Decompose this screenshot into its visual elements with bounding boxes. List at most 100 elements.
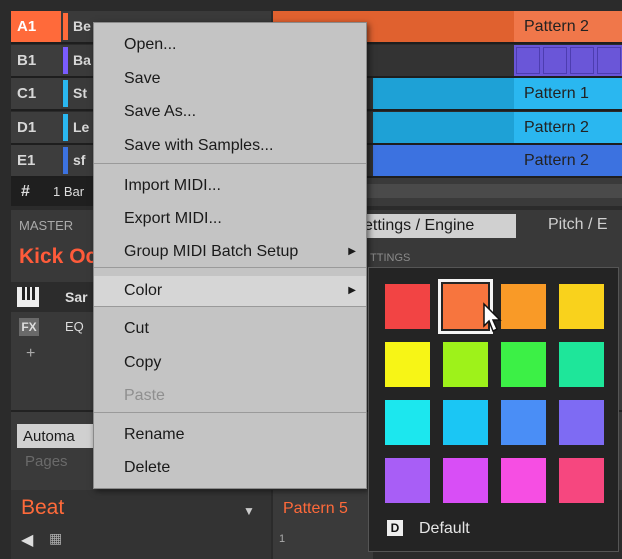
pattern-step — [543, 46, 567, 74]
group-color-stripe — [63, 80, 68, 107]
group-id: B1 — [11, 44, 61, 76]
group-color-stripe — [63, 113, 68, 141]
menu-item-label: Cut — [124, 320, 149, 337]
pattern-5-label: Pattern 5 — [283, 500, 348, 517]
group-id: D1 — [11, 111, 61, 143]
plugin-slot-1-label: Sar — [65, 289, 88, 305]
master-tab[interactable]: MASTER — [11, 210, 91, 240]
menu-item-group-midi-batch-setup[interactable]: Group MIDI Batch Setup ▶ — [94, 237, 366, 267]
color-swatch[interactable] — [501, 284, 546, 329]
tab-pitch[interactable]: Pitch / E — [548, 216, 608, 234]
group-id: C1 — [11, 78, 61, 109]
menu-item-label: Paste — [124, 387, 165, 404]
menu-item-label: Rename — [124, 426, 185, 443]
menu-separator — [94, 306, 366, 307]
group-color-stripe — [63, 147, 68, 174]
group-context-menu: Open... Save Save As... Save with Samples..… — [93, 22, 367, 489]
menu-item-save-with-samples[interactable]: Save with Samples... — [94, 131, 366, 161]
pattern-clip-label[interactable]: Pattern 2 — [514, 111, 622, 143]
menu-item-label: Group MIDI Batch Setup — [124, 243, 299, 260]
pattern-slot[interactable]: Pattern 5 1 — [273, 490, 373, 559]
menu-item-save-as[interactable]: Save As... — [94, 97, 366, 127]
color-swatch[interactable] — [385, 284, 430, 329]
menu-item-label: Save with Samples... — [124, 137, 274, 154]
plugin-slot-1[interactable]: Sar — [11, 282, 93, 312]
pattern-group-area: Beat ▼ ◀ ▦ — [11, 490, 271, 559]
color-swatch[interactable] — [443, 400, 488, 445]
pattern-step — [597, 46, 621, 74]
group-name: St — [73, 85, 87, 101]
menu-item-label: Open... — [124, 36, 177, 53]
sound-name[interactable]: Kick Oc — [19, 245, 97, 269]
chevron-down-icon[interactable]: ▼ — [243, 504, 255, 518]
color-swatch[interactable] — [443, 458, 488, 503]
top-strip — [0, 0, 622, 11]
pages-label: Pages — [25, 453, 68, 470]
menu-item-paste: Paste — [94, 381, 366, 411]
group-name: Be — [73, 18, 91, 34]
arranger-clip[interactable] — [373, 145, 514, 176]
speaker-icon[interactable]: ◀ — [21, 530, 33, 550]
color-swatch[interactable] — [559, 284, 604, 329]
group-color-stripe — [63, 13, 68, 40]
pattern-clip-label[interactable]: Pattern 2 — [514, 145, 622, 176]
color-swatch[interactable] — [501, 342, 546, 387]
color-swatch[interactable] — [501, 400, 546, 445]
arranger-clip[interactable] — [373, 111, 514, 143]
menu-item-export-midi[interactable]: Export MIDI... — [94, 204, 366, 234]
tab-settings-engine[interactable]: ettings / Engine — [360, 214, 516, 238]
pattern-clip-label[interactable] — [514, 44, 622, 76]
automation-label: Automa — [23, 428, 75, 445]
add-plugin-button[interactable]: + — [26, 345, 35, 363]
menu-item-label: Copy — [124, 354, 162, 371]
color-swatch[interactable] — [385, 400, 430, 445]
pattern-row-number: 1 — [279, 533, 286, 545]
color-swatch[interactable] — [559, 400, 604, 445]
color-swatch[interactable] — [559, 342, 604, 387]
pattern-step — [570, 46, 594, 74]
color-swatch[interactable] — [501, 458, 546, 503]
settings-heading: TTINGS — [370, 252, 411, 264]
master-label: MASTER — [19, 218, 74, 233]
pattern-clip-label[interactable]: Pattern 1 — [514, 78, 622, 109]
menu-item-open[interactable]: Open... — [94, 30, 366, 60]
color-swatch[interactable] — [385, 458, 430, 503]
menu-item-import-midi[interactable]: Import MIDI... — [94, 171, 366, 201]
pattern-clip-label[interactable]: Pattern 2 — [514, 11, 622, 42]
group-color-stripe — [63, 46, 68, 74]
menu-item-cut[interactable]: Cut — [94, 314, 366, 344]
color-swatch[interactable] — [559, 458, 604, 503]
default-key-icon: D — [387, 520, 403, 536]
menu-item-label: Export MIDI... — [124, 210, 222, 227]
arranger-clip[interactable] — [373, 78, 514, 109]
group-id: E1 — [11, 145, 61, 176]
keys-icon — [17, 287, 39, 307]
menu-item-delete[interactable]: Delete — [94, 453, 366, 483]
menu-item-copy[interactable]: Copy — [94, 348, 366, 378]
grid-icon[interactable]: ▦ — [49, 530, 62, 547]
menu-item-label: Save As... — [124, 103, 197, 120]
color-swatch[interactable] — [385, 342, 430, 387]
menu-item-label: Color — [124, 282, 163, 299]
mouse-cursor-icon — [483, 302, 502, 333]
menu-item-save[interactable]: Save — [94, 64, 366, 94]
submenu-arrow-icon: ▶ — [348, 246, 356, 257]
group-name: sf — [73, 152, 86, 168]
plugin-slot-2[interactable]: FX EQ — [11, 314, 93, 342]
menu-item-color[interactable]: Color ▶ — [94, 276, 366, 306]
menu-separator — [94, 412, 366, 413]
bar-length-label[interactable]: 1 Bar — [53, 184, 84, 199]
menu-item-label: Save — [124, 70, 161, 87]
beat-label[interactable]: Beat — [21, 496, 64, 520]
plugin-slot-2-label: EQ — [65, 319, 84, 334]
group-name: Ba — [73, 51, 91, 68]
fx-icon: FX — [19, 318, 39, 336]
pattern-step — [516, 46, 540, 74]
automation-tab[interactable]: Automa — [17, 424, 97, 448]
submenu-arrow-icon: ▶ — [348, 285, 356, 296]
color-swatch[interactable] — [443, 342, 488, 387]
group-name: Le — [73, 118, 90, 135]
menu-item-rename[interactable]: Rename — [94, 420, 366, 450]
menu-item-label: Import MIDI... — [124, 177, 221, 194]
default-color-option[interactable]: Default — [419, 520, 470, 538]
